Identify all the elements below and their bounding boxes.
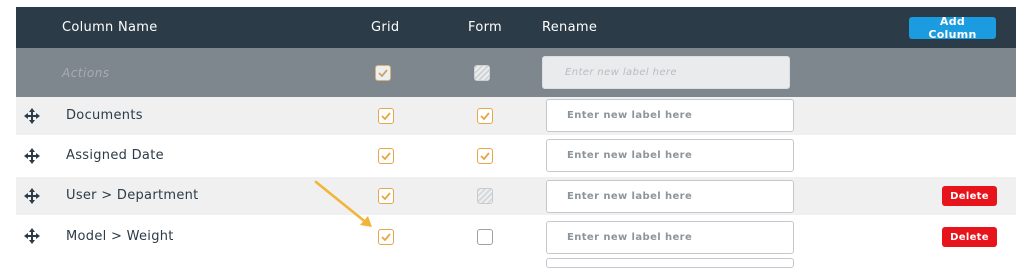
rename-input[interactable]: Enter new label here <box>546 221 794 254</box>
rename-header: Rename <box>542 20 598 35</box>
column-label: Model > Weight <box>66 229 174 244</box>
grid-checkbox[interactable] <box>378 188 394 204</box>
column-label: Documents <box>66 108 143 123</box>
table-row: Assigned Date Enter new label here <box>16 135 1016 177</box>
drag-handle-icon[interactable] <box>23 187 41 205</box>
form-checkbox[interactable] <box>477 108 493 124</box>
rename-input[interactable]: Enter new label here <box>546 180 794 213</box>
check-icon <box>381 152 391 160</box>
drag-handle-icon[interactable] <box>23 147 41 165</box>
grid-checkbox[interactable] <box>378 108 394 124</box>
drag-handle-icon[interactable] <box>23 227 41 245</box>
annotation-arrow-icon <box>314 180 372 227</box>
drag-handle-icon[interactable] <box>23 107 41 125</box>
actions-grid-checkbox <box>375 65 391 81</box>
form-header: Form <box>468 20 502 35</box>
rename-input[interactable]: Enter new label here <box>546 99 794 132</box>
column-label: Assigned Date <box>66 148 164 163</box>
add-column-button[interactable]: Add Column <box>909 15 996 41</box>
check-icon <box>480 152 490 160</box>
actions-form-checkbox <box>474 65 490 81</box>
actions-label: Actions <box>62 66 110 80</box>
check-icon <box>381 112 391 120</box>
rename-input-partial[interactable] <box>546 258 794 268</box>
form-checkbox[interactable] <box>477 229 493 245</box>
check-icon <box>381 233 391 241</box>
table-row: Model > Weight Enter new label here Dele… <box>16 215 1016 258</box>
actions-row: Actions Enter new label here <box>16 48 1016 97</box>
grid-header: Grid <box>371 20 400 35</box>
check-icon <box>381 192 391 200</box>
grid-checkbox[interactable] <box>378 148 394 164</box>
table-row: Documents Enter new label here <box>16 97 1016 135</box>
grid-checkbox[interactable] <box>378 229 394 245</box>
table-header: Column Name Grid Form Rename Add Column <box>16 7 1016 48</box>
check-icon <box>480 112 490 120</box>
form-checkbox <box>477 188 493 204</box>
column-name-header: Column Name <box>62 20 158 35</box>
delete-button[interactable]: Delete <box>942 227 997 247</box>
rename-input[interactable]: Enter new label here <box>546 139 794 172</box>
table-row: User > Department Enter new label here D… <box>16 177 1016 215</box>
form-checkbox[interactable] <box>477 148 493 164</box>
column-label: User > Department <box>66 188 199 203</box>
check-icon <box>378 69 388 77</box>
actions-rename-input: Enter new label here <box>542 56 790 89</box>
delete-button[interactable]: Delete <box>942 186 997 206</box>
